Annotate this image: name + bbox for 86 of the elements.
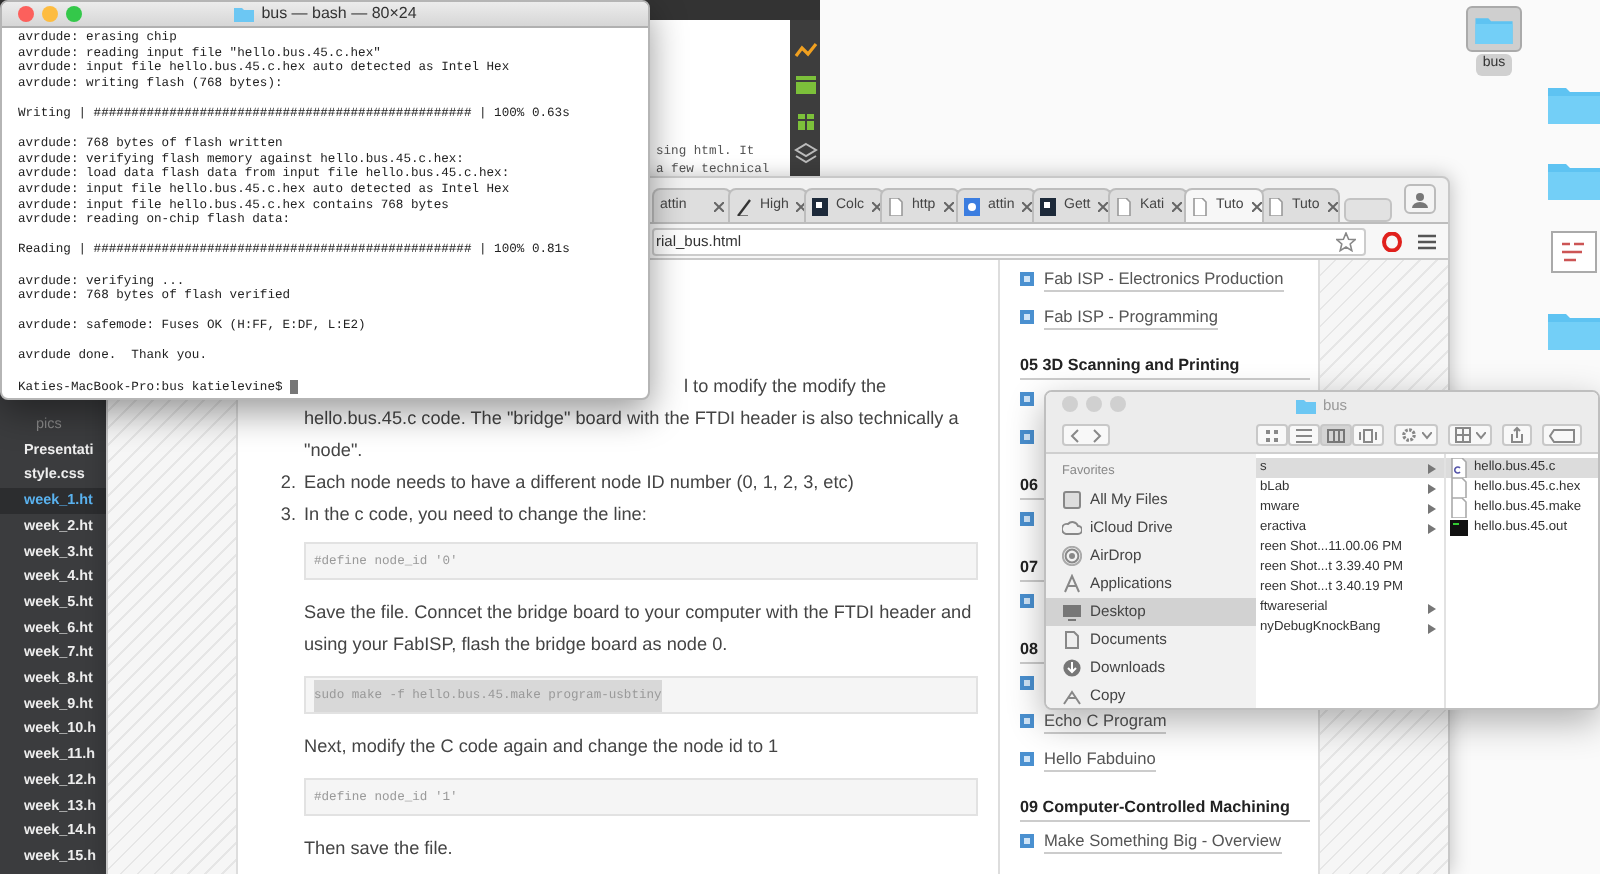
link-bullet-icon bbox=[1020, 512, 1034, 526]
caret-icon bbox=[1422, 431, 1432, 439]
window-title: bus — bash — 80×24 bbox=[261, 2, 417, 26]
link-bullet-icon bbox=[1020, 834, 1034, 848]
link-bullet-icon bbox=[1020, 594, 1034, 608]
terminal-file-icon bbox=[1450, 518, 1468, 538]
cloud-icon bbox=[1062, 518, 1082, 538]
paragraph: Next, modify the C code again and change the node id to 1 bbox=[304, 734, 781, 760]
page-icon bbox=[1192, 197, 1208, 215]
close-icon[interactable] bbox=[1327, 201, 1338, 211]
gear-icon bbox=[1400, 426, 1418, 444]
view-button[interactable] bbox=[1256, 424, 1288, 446]
text-line: l to modify the modify the bbox=[682, 374, 889, 400]
menu-icon[interactable] bbox=[1418, 233, 1436, 249]
back-icon[interactable] bbox=[1068, 427, 1084, 443]
close-icon[interactable] bbox=[1251, 201, 1262, 211]
text-line: "node". bbox=[304, 438, 365, 464]
nav-link[interactable]: Fab ISP - Programming bbox=[1044, 305, 1218, 329]
close-icon[interactable] bbox=[1098, 201, 1109, 211]
link-bullet-icon bbox=[1020, 676, 1034, 690]
list-icon bbox=[1294, 425, 1314, 445]
grid-icon bbox=[1454, 426, 1472, 444]
logo-icon bbox=[812, 197, 828, 215]
pen-icon bbox=[736, 197, 752, 215]
view-button[interactable] bbox=[1352, 424, 1384, 446]
paragraph: Save the file. Conncet the bridge board to your computer with the FTDI header and using your FabISP, flash the bridge board as node 0. bbox=[304, 600, 974, 658]
caret-icon bbox=[1476, 431, 1486, 439]
text-cursor bbox=[290, 379, 299, 394]
close-icon[interactable] bbox=[1172, 201, 1183, 211]
share-button[interactable] bbox=[1502, 424, 1532, 446]
view-button[interactable] bbox=[1320, 424, 1352, 446]
list-number: 3. bbox=[278, 502, 296, 528]
link-bullet-icon bbox=[1020, 752, 1034, 766]
arrange-button[interactable] bbox=[1448, 424, 1492, 446]
paragraph: Then save the file. bbox=[304, 836, 455, 862]
section-heading: 09 Computer-Controlled Machining bbox=[1020, 778, 1310, 822]
forward-icon[interactable] bbox=[1088, 427, 1104, 443]
page-icon bbox=[888, 197, 904, 215]
profile-button[interactable] bbox=[1404, 184, 1436, 214]
close-icon[interactable] bbox=[872, 201, 883, 211]
close-icon[interactable] bbox=[796, 201, 807, 211]
image-file-icon[interactable] bbox=[1546, 230, 1600, 274]
folder-icon bbox=[1296, 397, 1317, 413]
source-file-icon bbox=[1450, 458, 1468, 478]
zoom-button[interactable] bbox=[66, 6, 82, 22]
tag-icon bbox=[1548, 427, 1576, 443]
columns-icon bbox=[1326, 425, 1346, 445]
applications-icon bbox=[1062, 574, 1082, 594]
list-text: Each node needs to have a different node ID number (0, 1, 2, 3, etc) bbox=[304, 470, 856, 496]
back-forward-button[interactable] bbox=[1062, 424, 1110, 446]
star-icon[interactable] bbox=[1336, 231, 1356, 251]
link-bullet-icon bbox=[1020, 392, 1034, 406]
close-icon[interactable] bbox=[714, 201, 724, 211]
action-menu-button[interactable] bbox=[1394, 424, 1438, 446]
close-icon[interactable] bbox=[943, 201, 954, 211]
view-button[interactable] bbox=[1288, 424, 1320, 446]
nav-link[interactable]: Hello Fabduino bbox=[1044, 747, 1156, 771]
text-line: hello.bus.45.c code. The "bridge" board with the FTDI header is also technically a bbox=[304, 406, 961, 432]
section-heading: 05 3D Scanning and Printing bbox=[1020, 336, 1310, 380]
person-icon bbox=[1412, 191, 1428, 207]
documents-icon bbox=[1062, 630, 1082, 650]
airdrop-icon bbox=[1062, 546, 1082, 566]
list-text: In the c code, you need to change the line: bbox=[304, 502, 649, 528]
logo-icon bbox=[964, 197, 980, 215]
link-bullet-icon bbox=[1020, 310, 1034, 324]
logo-icon bbox=[1040, 197, 1056, 215]
link-bullet-icon bbox=[1020, 272, 1034, 286]
close-button[interactable] bbox=[18, 6, 34, 22]
nav-link[interactable]: Fab ISP - Electronics Production bbox=[1044, 267, 1284, 291]
close-icon[interactable] bbox=[1022, 201, 1033, 211]
clapperboard-icon[interactable] bbox=[793, 74, 817, 98]
share-icon bbox=[1508, 426, 1526, 444]
link-bullet-icon bbox=[1020, 714, 1034, 728]
ring-icon[interactable] bbox=[1382, 231, 1402, 251]
page-icon bbox=[1268, 197, 1284, 215]
cover-flow-icon bbox=[1358, 425, 1378, 445]
stack-icon[interactable] bbox=[793, 142, 817, 166]
page-icon bbox=[1116, 197, 1132, 215]
nav-link[interactable]: Make Something Big - Overview bbox=[1044, 829, 1282, 853]
files-icon bbox=[1062, 490, 1082, 510]
grid-icon bbox=[1262, 425, 1282, 445]
desktop-icon bbox=[1062, 602, 1082, 622]
downloads-icon bbox=[1062, 658, 1082, 678]
link-bullet-icon bbox=[1020, 430, 1034, 444]
tag-button[interactable] bbox=[1542, 424, 1582, 446]
list-number: 2. bbox=[278, 470, 296, 496]
